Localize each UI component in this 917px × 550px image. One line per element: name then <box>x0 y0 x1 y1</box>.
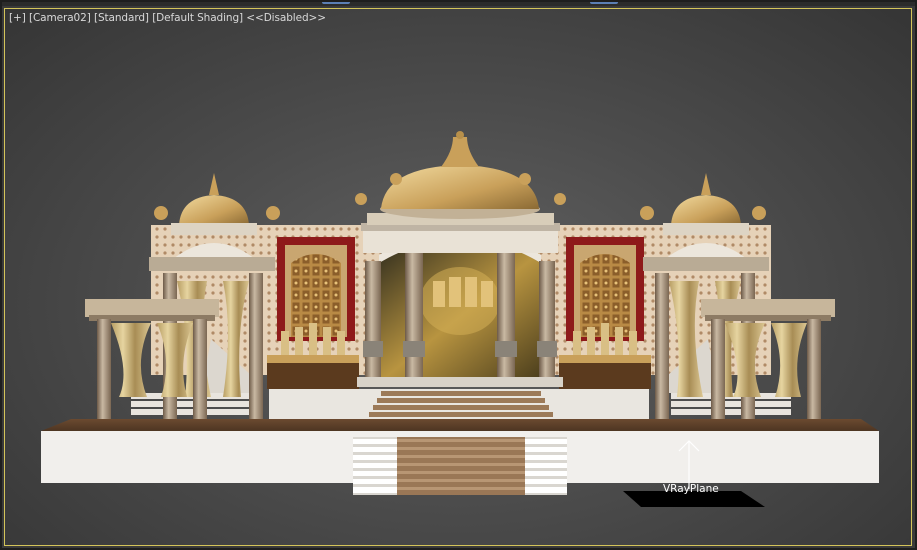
stage-model-render <box>41 131 879 507</box>
center-upper-stairs <box>269 389 649 419</box>
center-pavilion <box>355 131 566 387</box>
toolbar-tab[interactable] <box>590 0 618 4</box>
stage-floor <box>41 419 879 431</box>
top-toolbar-strip <box>0 0 917 6</box>
vray-plane-label[interactable]: VRayPlane <box>663 483 719 495</box>
toolbar-tab[interactable] <box>322 0 350 4</box>
front-stairs <box>353 437 567 495</box>
camera-viewport[interactable]: [+] [Camera02] [Standard] [Default Shadi… <box>4 8 912 546</box>
